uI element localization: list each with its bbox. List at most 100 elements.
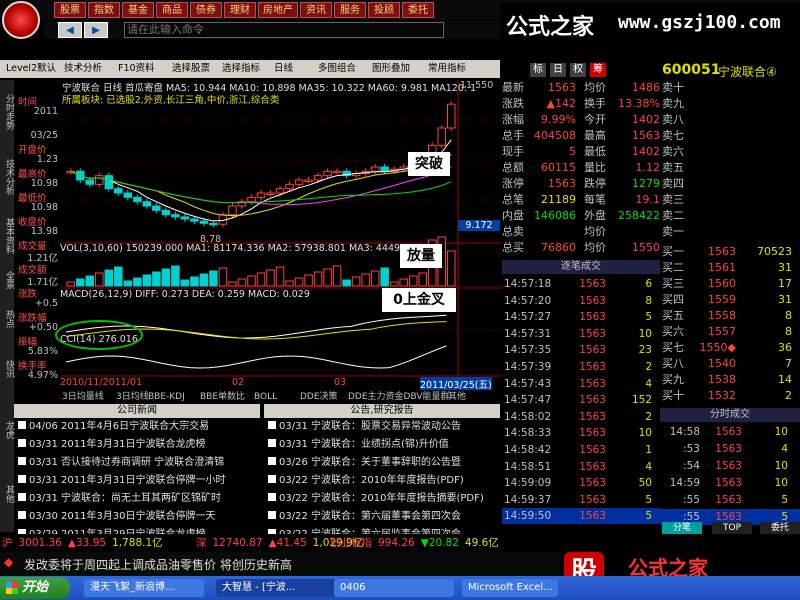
- menu-5[interactable]: 理财: [224, 2, 256, 18]
- news-text: 03/22 宁波联合：第六届董事会第四次会: [279, 511, 461, 522]
- trade-time: 14:59:09: [504, 477, 552, 490]
- minute-row-1: :53 1563 4: [660, 441, 800, 457]
- toolbar-item-0[interactable]: Level2默认: [6, 62, 56, 76]
- news_left-item-5[interactable]: 03/30 2011年3月30日宁波联合停牌一天: [14, 508, 260, 526]
- header-tab-2[interactable]: 权: [570, 63, 586, 77]
- indicator-tab-4[interactable]: BOLL: [254, 391, 277, 403]
- menu-10[interactable]: 委托: [402, 2, 434, 18]
- kline-chart[interactable]: 宁波联合 日线 首瓜寄盘 MA5: 10.944 MA10: 10.898 MA…: [55, 80, 502, 391]
- brand-url: www.gszj100.com: [618, 12, 781, 33]
- menu-8[interactable]: 服务: [334, 2, 366, 18]
- indicator-tab-6[interactable]: DDE主力资金DBV能量群: [348, 391, 450, 403]
- volume-bar-23: [285, 280, 294, 287]
- toolbar-item-2[interactable]: F10资料: [118, 62, 155, 76]
- news-bullet-icon: [268, 511, 276, 519]
- buy-price: 1550◆: [699, 341, 736, 354]
- trade-time: 14:57:47: [504, 394, 552, 407]
- trade-price: 1563: [579, 327, 606, 340]
- right-tab-1[interactable]: TOP: [712, 522, 752, 534]
- left-tab-5[interactable]: 快讯: [0, 340, 14, 398]
- quote-row-9: 总卖 均价: [502, 224, 660, 240]
- news_right-item-5[interactable]: 03/22 宁波联合：第六届董事会第四次会: [264, 508, 500, 526]
- news_right-item-2[interactable]: 03/26 宁波联合：关于董事辞职的公告暨: [264, 454, 500, 472]
- candle-27: [323, 170, 332, 177]
- header-tab-0[interactable]: 标: [530, 63, 546, 77]
- right-tab-2[interactable]: 委托: [760, 522, 800, 534]
- right-tab-0[interactable]: 分笔: [662, 522, 702, 534]
- news_left-item-0[interactable]: 04/06 2011年4月6日宁波联合大宗交易: [14, 418, 260, 436]
- indicator-tab-3[interactable]: BBE单数比: [200, 391, 245, 403]
- trade-volume: 50: [638, 477, 652, 490]
- menu-1[interactable]: 指数: [88, 2, 120, 18]
- header-tab-3[interactable]: 筹: [590, 63, 606, 77]
- forward-arrow-icon[interactable]: ▶: [84, 22, 108, 38]
- company-news-list: 04/06 2011年4月6日宁波联合大宗交易 03/31 2011年3月31日宁…: [14, 418, 260, 534]
- left-tab-0[interactable]: 分时走势: [0, 82, 14, 142]
- cci-line: [65, 345, 447, 369]
- toolbar-item-5[interactable]: 日线: [274, 62, 293, 76]
- news_left-item-2[interactable]: 03/31 否认接待过券商调研 宁波联合澄清锦: [14, 454, 260, 472]
- menu-6[interactable]: 房地产: [258, 2, 298, 18]
- menu-9[interactable]: 投顾: [368, 2, 400, 18]
- command-input[interactable]: [124, 22, 444, 38]
- indicator-tab-7[interactable]: 其他: [448, 391, 466, 403]
- quote-value-2: 19.1: [635, 193, 661, 206]
- indicator-tab-0[interactable]: 3日均量线: [62, 391, 104, 403]
- news_right-item-6[interactable]: 03/22 宁波联合：第六届监事会第四次会: [264, 526, 500, 534]
- news_left-item-1[interactable]: 03/31 2011年3月31日宁波联合龙虎榜: [14, 436, 260, 454]
- toolbar-item-1[interactable]: 技术分析: [64, 62, 102, 76]
- news-ticker[interactable]: ◆ 发改委将于周四起上调成品油零售价 将创历史新高: [0, 552, 560, 576]
- trade-price: 1563: [579, 344, 606, 357]
- volume-bar-15: [209, 270, 218, 287]
- volume-bar-34: [389, 281, 399, 287]
- quote-value-2: 258422: [618, 209, 660, 222]
- left-tab-2[interactable]: 基本资料: [0, 212, 14, 260]
- index-label: 创业板指: [330, 537, 372, 549]
- sell-label: 卖二: [662, 209, 684, 222]
- toolbar-item-7[interactable]: 图形叠加: [372, 62, 410, 76]
- news_left-item-6[interactable]: 03/29 2011年3月29日宁波联合龙虎榜: [14, 526, 260, 534]
- trade-price: 1563: [579, 510, 606, 523]
- indicator-tab-5[interactable]: DDE决策: [300, 391, 338, 403]
- toolbar-item-8[interactable]: 常用指标: [428, 62, 466, 76]
- trade-volume: 5: [645, 311, 652, 324]
- toolbar-item-4[interactable]: 选择指标: [222, 62, 260, 76]
- toolbar-item-3[interactable]: 选择股票: [172, 62, 210, 76]
- volume-bar-26: [313, 271, 323, 287]
- news_right-item-1[interactable]: 03/31 宁波联合：业绩拐点(锦)升价值: [264, 436, 500, 454]
- toolbar-item-6[interactable]: 多图组合: [318, 62, 356, 76]
- menu-2[interactable]: 基金: [122, 2, 154, 18]
- index-0[interactable]: 沪 3001.36 ▲33.95 1,788.1亿: [2, 537, 163, 549]
- news_right-item-4[interactable]: 03/22 宁波联合：2010年年度报告摘要(PDF): [264, 490, 500, 508]
- left-tab-7[interactable]: 其他: [0, 462, 14, 526]
- menu-0[interactable]: 股票: [54, 2, 86, 18]
- candle-23: [285, 183, 294, 190]
- news_left-item-4[interactable]: 03/31 宁波联合：尚无土耳其两矿区锦矿时: [14, 490, 260, 508]
- menu-4[interactable]: 债券: [190, 2, 222, 18]
- quote-label-1: 总手: [502, 129, 524, 142]
- menu-7[interactable]: 资讯: [300, 2, 332, 18]
- news_right-item-0[interactable]: 03/31 宁波联合：股票交易异常波动公告: [264, 418, 500, 436]
- taskbar-item-0[interactable]: 漫天飞絮_新浪博...: [84, 579, 204, 597]
- info-value-8: +0.5: [34, 298, 58, 309]
- news_left-item-3[interactable]: 03/31 2011年3月31日宁波联合停牌一小时: [14, 472, 260, 490]
- back-arrow-icon[interactable]: ◀: [58, 22, 82, 38]
- indicator-tab-1[interactable]: 3日均线: [116, 391, 149, 403]
- left-tab-6[interactable]: 龙虎: [0, 400, 14, 460]
- buy-volume: 8: [785, 309, 792, 322]
- trade-time: 14:58:51: [504, 460, 552, 473]
- taskbar-item-1[interactable]: 大智慧 - [宁波...: [216, 579, 336, 597]
- info-value-5: 13.98: [30, 226, 58, 237]
- left-tab-1[interactable]: 技术分析: [0, 144, 14, 210]
- candle-7: [133, 196, 142, 203]
- news_right-item-3[interactable]: 03/22 宁波联合：2010年年度报告(PDF): [264, 472, 500, 490]
- left-tab-3[interactable]: 全景: [0, 262, 14, 298]
- left-tab-4[interactable]: 热点: [0, 300, 14, 338]
- taskbar-item-3[interactable]: Microsoft Excel...: [462, 579, 558, 597]
- indicator-tab-2[interactable]: BBE-KDJ: [148, 391, 185, 403]
- taskbar-item-2[interactable]: 0406: [334, 579, 454, 597]
- header-tab-1[interactable]: 日: [550, 63, 566, 77]
- menu-3[interactable]: 商品: [156, 2, 188, 18]
- quote-label-1: 最新: [502, 81, 524, 94]
- index-2[interactable]: 创业板指 994.26 ▼20.82 49.6亿: [330, 537, 499, 549]
